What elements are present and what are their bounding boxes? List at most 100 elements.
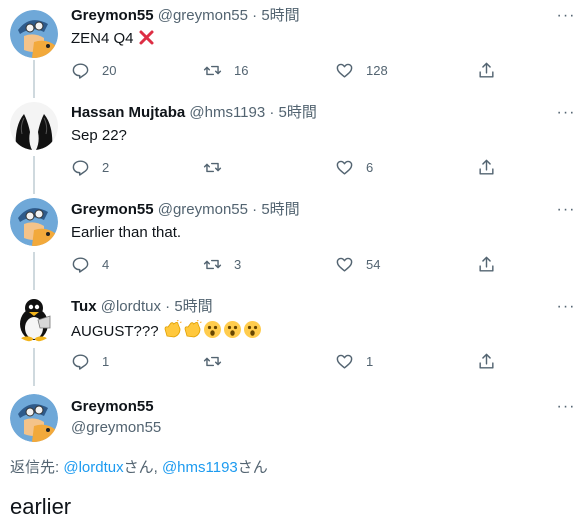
share-button[interactable] bbox=[477, 58, 496, 82]
separator-dot: · bbox=[252, 201, 258, 218]
timestamp[interactable]: 5時間 bbox=[261, 201, 299, 218]
like-button[interactable]: 54 bbox=[335, 252, 380, 276]
retweet-icon bbox=[203, 65, 222, 75]
share-button[interactable] bbox=[477, 349, 496, 373]
display-name[interactable]: Tux bbox=[71, 298, 97, 315]
retweet-count: 3 bbox=[234, 256, 242, 272]
display-name[interactable]: Greymon55 bbox=[71, 201, 154, 218]
action-bar: 20 16 128 bbox=[71, 58, 501, 82]
retweet-icon bbox=[203, 356, 222, 366]
reply-button[interactable]: 20 bbox=[71, 58, 116, 82]
display-name[interactable]: Greymon55 bbox=[71, 7, 154, 24]
like-count: 54 bbox=[366, 256, 381, 272]
retweet-button[interactable]: 16 bbox=[203, 58, 248, 82]
share-icon bbox=[479, 62, 494, 78]
separator-dot: · bbox=[165, 298, 171, 315]
tweet-text: Earlier than that. bbox=[71, 223, 181, 243]
action-bar: 2 6 bbox=[71, 155, 501, 179]
more-icon[interactable]: ··· bbox=[556, 397, 576, 417]
retweet-button[interactable] bbox=[203, 349, 234, 373]
reply-icon bbox=[72, 256, 89, 273]
user-handle[interactable]: @greymon55 bbox=[158, 201, 248, 218]
like-button[interactable]: 6 bbox=[335, 155, 373, 179]
reply-count: 4 bbox=[102, 256, 110, 272]
reply-icon bbox=[72, 159, 89, 176]
retweet-icon bbox=[203, 162, 222, 172]
avatar[interactable] bbox=[10, 102, 58, 150]
astonished-face-emoji bbox=[243, 320, 262, 345]
timestamp[interactable]: 5時間 bbox=[174, 298, 212, 315]
reply-composer-header: Greymon55 @greymon55 ··· bbox=[0, 384, 584, 454]
replying-to: 返信先: @lordtuxさん, @hms1193さん bbox=[10, 458, 268, 478]
retweet-count: 16 bbox=[234, 62, 249, 78]
reply-icon bbox=[72, 353, 89, 370]
tweet[interactable]: Greymon55 @greymon55 · 5時間 ··· Earlier t… bbox=[0, 192, 584, 288]
astonished-face-emoji bbox=[203, 320, 222, 345]
replying-to-suffix: さん, bbox=[123, 459, 162, 476]
reply-text-input[interactable]: earlier bbox=[10, 493, 71, 521]
replying-to-prefix: 返信先: bbox=[10, 459, 64, 476]
avatar[interactable] bbox=[10, 294, 58, 342]
more-icon[interactable]: ··· bbox=[556, 6, 576, 26]
like-button[interactable]: 128 bbox=[335, 58, 388, 82]
like-icon bbox=[336, 63, 353, 78]
like-button[interactable]: 1 bbox=[335, 349, 373, 373]
action-bar: 4 3 54 bbox=[71, 252, 501, 276]
like-count: 128 bbox=[366, 62, 388, 78]
tweet-header: Greymon55 @greymon55 · 5時間 bbox=[71, 200, 300, 220]
tweet-text-content: Sep 22? bbox=[71, 127, 127, 144]
retweet-button[interactable] bbox=[203, 155, 234, 179]
like-count: 6 bbox=[366, 159, 374, 175]
like-count: 1 bbox=[366, 353, 374, 369]
reply-icon bbox=[72, 62, 89, 79]
retweet-button[interactable]: 3 bbox=[203, 252, 241, 276]
share-button[interactable] bbox=[477, 252, 496, 276]
share-button[interactable] bbox=[477, 155, 496, 179]
tweet-header: Tux @lordtux · 5時間 bbox=[71, 297, 213, 317]
reply-button[interactable]: 2 bbox=[71, 155, 109, 179]
mention-link[interactable]: @lordtux bbox=[63, 459, 123, 476]
tweet-text-content: Earlier than that. bbox=[71, 224, 182, 241]
share-icon bbox=[479, 159, 494, 175]
replying-to-suffix: さん bbox=[237, 459, 268, 476]
astonished-face-emoji bbox=[223, 320, 242, 345]
focused-handle[interactable]: @greymon55 bbox=[71, 418, 161, 438]
tweet-text: ZEN4 Q4 bbox=[71, 29, 156, 52]
tweet-text-content: AUGUST??? bbox=[71, 323, 159, 340]
retweet-icon bbox=[203, 259, 222, 269]
avatar[interactable] bbox=[10, 394, 58, 442]
user-handle[interactable]: @greymon55 bbox=[158, 7, 248, 24]
avatar[interactable] bbox=[10, 198, 58, 246]
focused-name[interactable]: Greymon55 bbox=[71, 397, 154, 417]
avatar[interactable] bbox=[10, 10, 58, 58]
reply-button[interactable]: 1 bbox=[71, 349, 109, 373]
tweet-header: Greymon55 @greymon55 · 5時間 bbox=[71, 6, 300, 26]
share-icon bbox=[479, 256, 494, 272]
display-name[interactable]: Greymon55 bbox=[71, 398, 154, 415]
tweet-text-content: ZEN4 Q4 bbox=[71, 30, 134, 47]
like-icon bbox=[336, 160, 353, 175]
action-bar: 1 1 bbox=[71, 349, 501, 373]
cross-mark-emoji bbox=[138, 29, 155, 52]
timestamp[interactable]: 5時間 bbox=[261, 7, 299, 24]
reply-button[interactable]: 4 bbox=[71, 252, 109, 276]
tweet-text: AUGUST??? bbox=[71, 319, 263, 345]
user-handle[interactable]: @greymon55 bbox=[71, 419, 161, 436]
more-icon[interactable]: ··· bbox=[556, 200, 576, 220]
tweet[interactable]: Tux @lordtux · 5時間 ··· AUGUST??? 1 1 bbox=[0, 288, 584, 384]
timestamp[interactable]: 5時間 bbox=[279, 104, 317, 121]
user-handle[interactable]: @hms1193 bbox=[189, 104, 265, 121]
like-icon bbox=[336, 354, 353, 369]
tweet-text: Sep 22? bbox=[71, 126, 127, 146]
like-icon bbox=[336, 257, 353, 272]
tweet[interactable]: Greymon55 @greymon55 · 5時間 ··· ZEN4 Q4 2… bbox=[0, 0, 584, 96]
more-icon[interactable]: ··· bbox=[556, 103, 576, 123]
mention-link[interactable]: @hms1193 bbox=[162, 459, 238, 476]
user-handle[interactable]: @lordtux bbox=[101, 298, 161, 315]
reply-count: 1 bbox=[102, 353, 110, 369]
tweet[interactable]: Hassan Mujtaba @hms1193 · 5時間 ··· Sep 22… bbox=[0, 96, 584, 192]
display-name[interactable]: Hassan Mujtaba bbox=[71, 104, 185, 121]
more-icon[interactable]: ··· bbox=[556, 297, 576, 317]
separator-dot: · bbox=[252, 7, 258, 24]
clapping-hands-emoji bbox=[163, 319, 182, 345]
